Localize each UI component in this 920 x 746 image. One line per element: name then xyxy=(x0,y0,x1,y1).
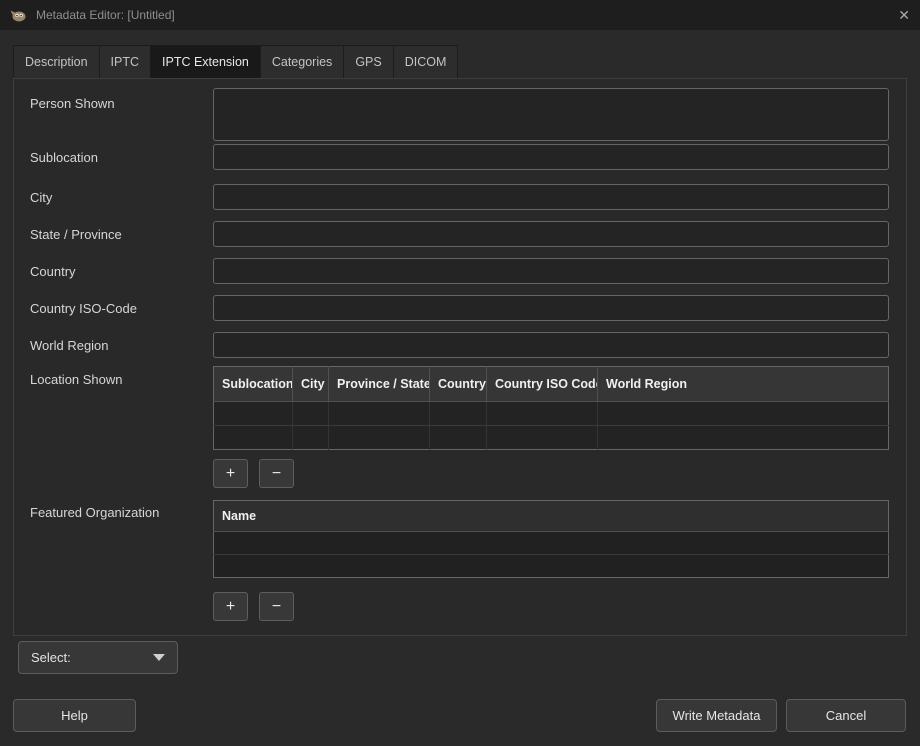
tab-iptc[interactable]: IPTC xyxy=(99,45,151,78)
cell[interactable] xyxy=(293,426,329,450)
plus-icon: + xyxy=(226,599,235,615)
col-sublocation: Sublocation xyxy=(214,367,293,402)
featured-organization-table: Name xyxy=(213,500,889,578)
select-dropdown[interactable]: Select: xyxy=(18,641,178,674)
plus-icon: + xyxy=(226,466,235,482)
tab-iptc-extension[interactable]: IPTC Extension xyxy=(150,45,261,78)
sublocation-input[interactable] xyxy=(213,144,889,170)
organization-add-button[interactable]: + xyxy=(213,592,248,621)
cell[interactable] xyxy=(598,426,889,450)
cell[interactable] xyxy=(293,402,329,426)
cell[interactable] xyxy=(430,402,487,426)
tab-dicom[interactable]: DICOM xyxy=(393,45,459,78)
world-region-input[interactable] xyxy=(213,332,889,358)
sublocation-label: Sublocation xyxy=(30,150,98,165)
write-metadata-button[interactable]: Write Metadata xyxy=(656,699,777,732)
country-input[interactable] xyxy=(213,258,889,284)
country-iso-code-input[interactable] xyxy=(213,295,889,321)
metadata-editor-window: Metadata Editor: [Untitled] ✕ Descriptio… xyxy=(0,0,920,746)
cell[interactable] xyxy=(214,532,889,555)
titlebar: Metadata Editor: [Untitled] ✕ xyxy=(0,0,920,30)
country-iso-code-label: Country ISO-Code xyxy=(30,301,137,316)
write-metadata-label: Write Metadata xyxy=(673,708,761,723)
cell[interactable] xyxy=(329,426,430,450)
location-shown-label: Location Shown xyxy=(30,372,123,387)
minus-icon: − xyxy=(272,599,281,615)
table-row xyxy=(214,426,889,450)
close-icon[interactable]: ✕ xyxy=(898,8,910,22)
featured-organization-label: Featured Organization xyxy=(30,505,159,520)
col-province-state: Province / State xyxy=(329,367,430,402)
organization-remove-button[interactable]: − xyxy=(259,592,294,621)
tab-description[interactable]: Description xyxy=(13,45,100,78)
person-shown-input[interactable] xyxy=(213,88,889,141)
tab-bar: Description IPTC IPTC Extension Categori… xyxy=(13,44,907,79)
state-province-input[interactable] xyxy=(213,221,889,247)
state-province-label: State / Province xyxy=(30,227,122,242)
col-world-region: World Region xyxy=(598,367,889,402)
world-region-label: World Region xyxy=(30,338,109,353)
help-button[interactable]: Help xyxy=(13,699,136,732)
table-row xyxy=(214,532,889,555)
minus-icon: − xyxy=(272,466,281,482)
window-title: Metadata Editor: [Untitled] xyxy=(36,8,175,22)
select-label: Select: xyxy=(31,650,71,665)
country-label: Country xyxy=(30,264,76,279)
iptc-extension-panel: Person Shown Sublocation City State / Pr… xyxy=(13,78,907,636)
col-city: City xyxy=(293,367,329,402)
cell[interactable] xyxy=(329,402,430,426)
location-remove-button[interactable]: − xyxy=(259,459,294,488)
gimp-wilber-icon xyxy=(10,7,28,23)
cancel-button[interactable]: Cancel xyxy=(786,699,906,732)
city-label: City xyxy=(30,190,52,205)
location-add-button[interactable]: + xyxy=(213,459,248,488)
table-row xyxy=(214,402,889,426)
cell[interactable] xyxy=(598,402,889,426)
cell[interactable] xyxy=(487,426,598,450)
cell[interactable] xyxy=(214,555,889,578)
person-shown-label: Person Shown xyxy=(30,96,115,111)
col-country-iso-code: Country ISO Code xyxy=(487,367,598,402)
cell[interactable] xyxy=(487,402,598,426)
cell[interactable] xyxy=(430,426,487,450)
help-label: Help xyxy=(61,708,88,723)
table-header-row: Name xyxy=(214,501,889,532)
table-row xyxy=(214,555,889,578)
city-input[interactable] xyxy=(213,184,889,210)
col-country: Country xyxy=(430,367,487,402)
table-header-row: Sublocation City Province / State Countr… xyxy=(214,367,889,402)
cell[interactable] xyxy=(214,426,293,450)
tab-gps[interactable]: GPS xyxy=(343,45,393,78)
location-shown-table: Sublocation City Province / State Countr… xyxy=(213,366,889,450)
chevron-down-icon xyxy=(153,654,165,661)
cancel-label: Cancel xyxy=(826,708,866,723)
col-name: Name xyxy=(214,501,889,532)
cell[interactable] xyxy=(214,402,293,426)
tab-categories[interactable]: Categories xyxy=(260,45,344,78)
